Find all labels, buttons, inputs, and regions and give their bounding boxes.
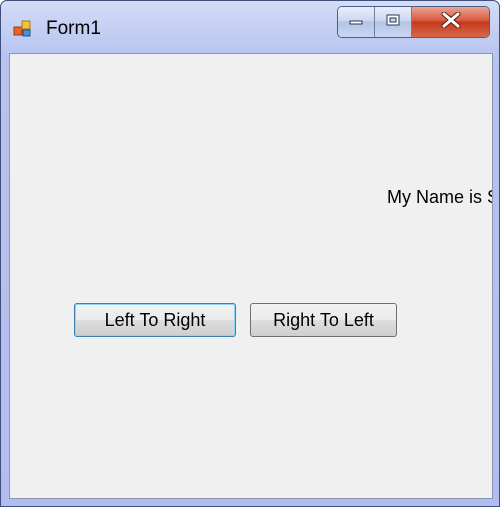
- minimize-icon: [348, 13, 364, 31]
- window-title: Form1: [46, 18, 101, 39]
- left-to-right-button[interactable]: Left To Right: [74, 303, 236, 337]
- minimize-button[interactable]: [338, 7, 375, 37]
- restore-icon: [385, 13, 401, 32]
- close-icon: [440, 11, 462, 33]
- scrolling-name-label: My Name is S: [387, 187, 493, 207]
- caption-buttons: [337, 6, 490, 38]
- title-bar[interactable]: Form1: [1, 1, 499, 53]
- maximize-button[interactable]: [375, 7, 412, 37]
- form1-window: Form1 My Name is S Left To Right Right T…: [0, 0, 500, 507]
- form-client-area: My Name is S Left To Right Right To Left: [9, 53, 493, 499]
- right-to-left-button[interactable]: Right To Left: [250, 303, 397, 337]
- close-button[interactable]: [412, 7, 489, 37]
- app-icon: [13, 18, 33, 38]
